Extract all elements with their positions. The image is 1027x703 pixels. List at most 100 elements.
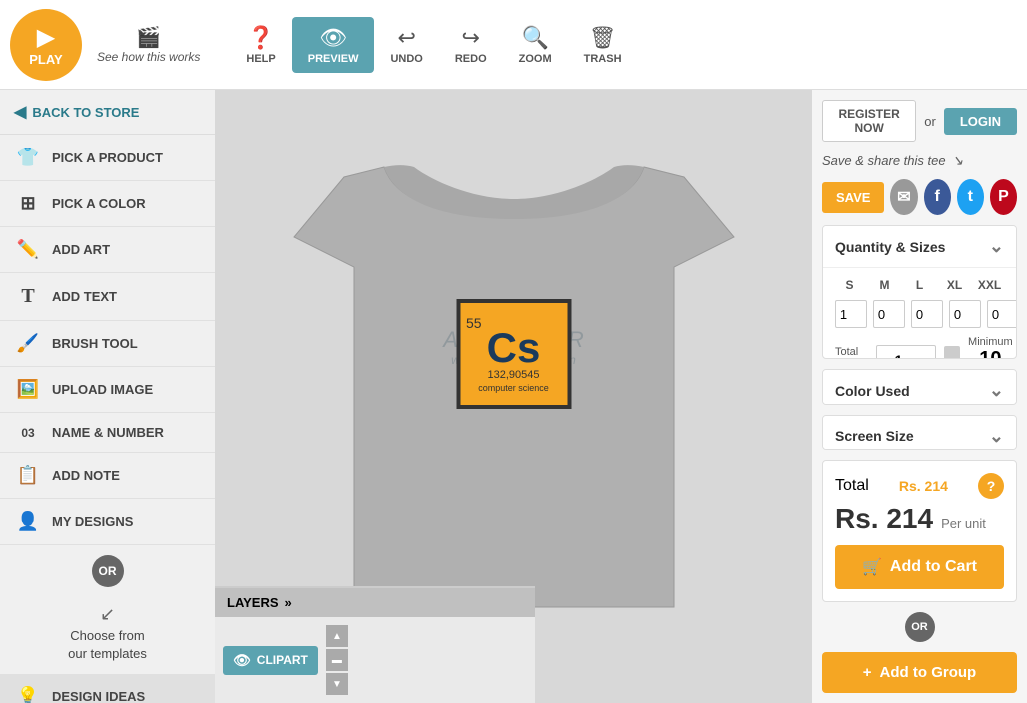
minimum-info: Minimum 10 Pieces xyxy=(968,336,1013,359)
or-circle-bottom: OR xyxy=(905,612,935,642)
screen-size-header[interactable]: Screen Size ⌄ xyxy=(823,416,1016,450)
screen-size-section: Screen Size ⌄ xyxy=(822,415,1017,450)
help-label: HELP xyxy=(246,53,275,65)
back-arrow-icon: ◀ xyxy=(14,102,26,122)
zoom-icon: 🔍 xyxy=(521,25,548,51)
undo-button[interactable]: ↩ UNDO xyxy=(374,17,438,73)
zoom-label: ZOOM xyxy=(519,53,552,65)
main-area: ◀ BACK TO STORE 👕 PICK A PRODUCT ⊞ PICK … xyxy=(0,90,1027,703)
size-label-m: M xyxy=(870,278,899,292)
total-price-value: Rs. 214 xyxy=(899,478,948,494)
top-bar: ▶ PLAY 🎬 See how this works ❓ HELP 👁 PRE… xyxy=(0,0,1027,90)
add-to-cart-label: Add to Cart xyxy=(890,558,977,576)
minimum-value: 10 xyxy=(979,348,1001,359)
undo-icon: ↩ xyxy=(397,25,415,51)
size-input-s[interactable] xyxy=(835,300,867,328)
plus-icon: + xyxy=(863,664,872,681)
number-icon: 03 xyxy=(14,426,42,440)
sidebar-item-add-text[interactable]: T ADD TEXT xyxy=(0,273,215,321)
sidebar-label-add-text: ADD TEXT xyxy=(52,289,117,304)
quantity-sizes-section: Quantity & Sizes ⌄ S M L XL XXL xyxy=(822,225,1017,359)
upload-icon: 🖼️ xyxy=(14,379,42,400)
layers-header[interactable]: LAYERS » xyxy=(215,588,535,617)
cart-icon: 🛒 xyxy=(862,557,882,577)
email-share-button[interactable]: ✉ xyxy=(890,179,917,215)
quantity-sizes-label: Quantity & Sizes xyxy=(835,239,945,255)
element-name: computer science xyxy=(478,383,549,393)
login-button[interactable]: LOGIN xyxy=(944,108,1017,135)
play-icon: ▶ xyxy=(37,23,55,52)
sidebar-item-pick-a-product[interactable]: 👕 PICK A PRODUCT xyxy=(0,135,215,181)
register-button[interactable]: REGISTER NOW xyxy=(822,100,916,142)
sidebar-label-add-art: ADD ART xyxy=(52,242,110,257)
total-pieces-input[interactable] xyxy=(876,345,936,360)
size-input-xl[interactable] xyxy=(949,300,981,328)
sidebar-label-my-designs: MY DESIGNS xyxy=(52,514,133,529)
facebook-share-button[interactable]: f xyxy=(924,179,951,215)
color-used-chevron-icon: ⌄ xyxy=(989,380,1004,401)
sidebar-item-upload-image[interactable]: 🖼️ UPLOAD IMAGE xyxy=(0,367,215,413)
layer-up-button[interactable]: ▲ xyxy=(326,625,348,647)
element-card: 55 Cs 132,90545 computer science xyxy=(456,299,571,409)
add-to-group-button[interactable]: + Add to Group xyxy=(822,652,1017,693)
color-used-header[interactable]: Color Used ⌄ xyxy=(823,370,1016,404)
sidebar-menu: 👕 PICK A PRODUCT ⊞ PICK A COLOR ✏️ ADD A… xyxy=(0,135,215,545)
text-icon: T xyxy=(14,285,42,308)
pricing-help-button[interactable]: ? xyxy=(978,473,1004,499)
preview-button[interactable]: 👁 PREVIEW xyxy=(292,17,375,73)
quantity-sizes-header[interactable]: Quantity & Sizes ⌄ xyxy=(823,226,1016,268)
color-icon: ⊞ xyxy=(14,193,42,214)
choose-templates-button[interactable]: ↙ Choose fromour templates xyxy=(0,597,215,674)
size-inputs-row xyxy=(835,300,1004,328)
sidebar-or-divider: OR xyxy=(0,545,215,597)
color-used-section: Color Used ⌄ xyxy=(822,369,1017,404)
redo-icon: ↪ xyxy=(462,25,480,51)
or-text: or xyxy=(924,114,936,129)
sidebar-item-name-number[interactable]: 03 NAME & NUMBER xyxy=(0,413,215,453)
add-to-cart-button[interactable]: 🛒 Add to Cart xyxy=(835,545,1004,589)
reset-button[interactable]: ← xyxy=(944,346,960,360)
trash-button[interactable]: 🗑 TRASH xyxy=(568,17,638,73)
layers-title: LAYERS xyxy=(227,595,279,610)
total-row: TotalPieces ← Minimum 10 Pieces xyxy=(835,336,1004,359)
right-panel: REGISTER NOW or LOGIN Save & share this … xyxy=(812,90,1027,703)
save-button[interactable]: SAVE xyxy=(822,182,884,213)
add-to-group-label: Add to Group xyxy=(880,664,977,681)
sidebar-item-add-art[interactable]: ✏️ ADD ART xyxy=(0,227,215,273)
help-button[interactable]: ❓ HELP xyxy=(230,17,291,73)
element-mass: 132,90545 xyxy=(488,369,540,381)
brush-icon: 🖌️ xyxy=(14,333,42,354)
size-input-m[interactable] xyxy=(873,300,905,328)
zoom-button[interactable]: 🔍 ZOOM xyxy=(503,17,568,73)
sidebar-item-design-ideas[interactable]: 💡 DESIGN IDEAS xyxy=(0,674,215,703)
sidebar-item-add-note[interactable]: 📋 ADD NOTE xyxy=(0,453,215,499)
back-to-store-button[interactable]: ◀ BACK TO STORE xyxy=(0,90,215,135)
per-unit-label: Per unit xyxy=(941,516,986,531)
layer-clipart[interactable]: 👁 CLIPART xyxy=(223,646,318,675)
trash-label: TRASH xyxy=(584,53,622,65)
sidebar-item-pick-a-color[interactable]: ⊞ PICK A COLOR xyxy=(0,181,215,227)
twitter-share-button[interactable]: t xyxy=(957,179,984,215)
sidebar-item-my-designs[interactable]: 👤 MY DESIGNS xyxy=(0,499,215,545)
choose-templates-label: Choose fromour templates xyxy=(68,627,147,663)
see-how-works[interactable]: 🎬 See how this works xyxy=(97,25,200,64)
undo-label: UNDO xyxy=(390,53,422,65)
color-used-label: Color Used xyxy=(835,383,910,399)
note-icon: 📋 xyxy=(14,465,42,486)
see-how-label: See how this works xyxy=(97,50,200,64)
total-pieces-label: TotalPieces xyxy=(835,345,868,359)
size-label-xxl: XXL xyxy=(975,278,1004,292)
play-button[interactable]: ▶ PLAY xyxy=(10,9,82,81)
layer-mid-button[interactable]: ▬ xyxy=(326,649,348,671)
layer-controls: ▲ ▬ ▼ xyxy=(326,625,348,695)
total-text: Total xyxy=(835,477,869,495)
pinterest-share-button[interactable]: P xyxy=(990,179,1017,215)
element-number: 55 xyxy=(460,315,482,331)
redo-button[interactable]: ↪ REDO xyxy=(439,17,503,73)
layer-down-button[interactable]: ▼ xyxy=(326,673,348,695)
size-input-l[interactable] xyxy=(911,300,943,328)
sidebar-item-brush-tool[interactable]: 🖌️ BRUSH TOOL xyxy=(0,321,215,367)
total-price-row: Total Rs. 214 ? xyxy=(835,473,1004,499)
big-price-row: Rs. 214 Per unit xyxy=(835,503,1004,535)
size-input-xxl[interactable] xyxy=(987,300,1017,328)
